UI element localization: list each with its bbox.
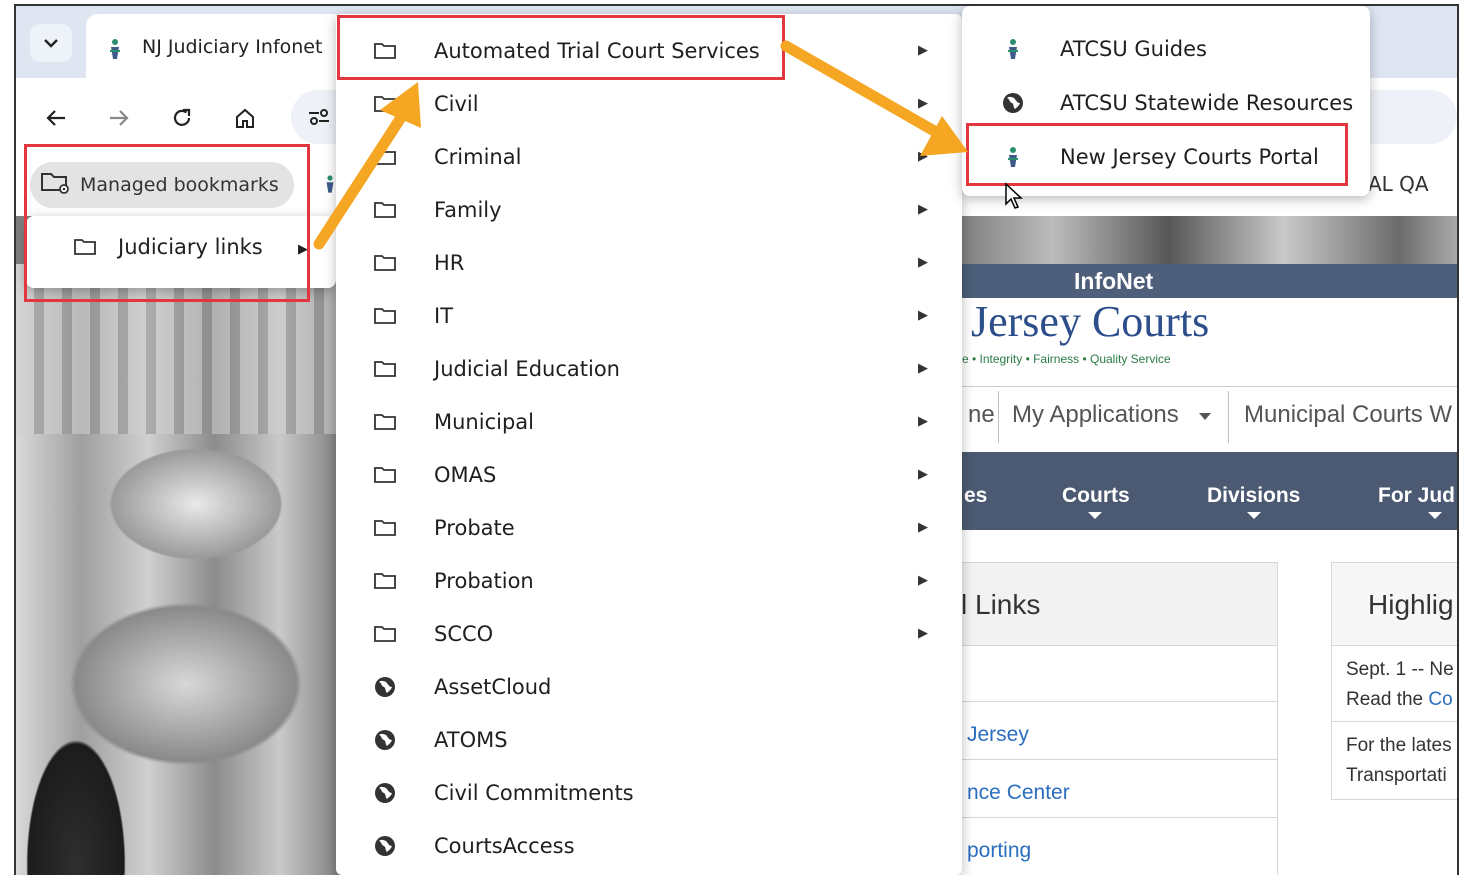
annotation-arrow <box>780 40 968 156</box>
browser-window: NJ Judiciary Infonet Managed bookmarks A… <box>14 4 1459 875</box>
annotation-arrows <box>313 40 968 250</box>
annotation-arrow <box>313 82 421 250</box>
